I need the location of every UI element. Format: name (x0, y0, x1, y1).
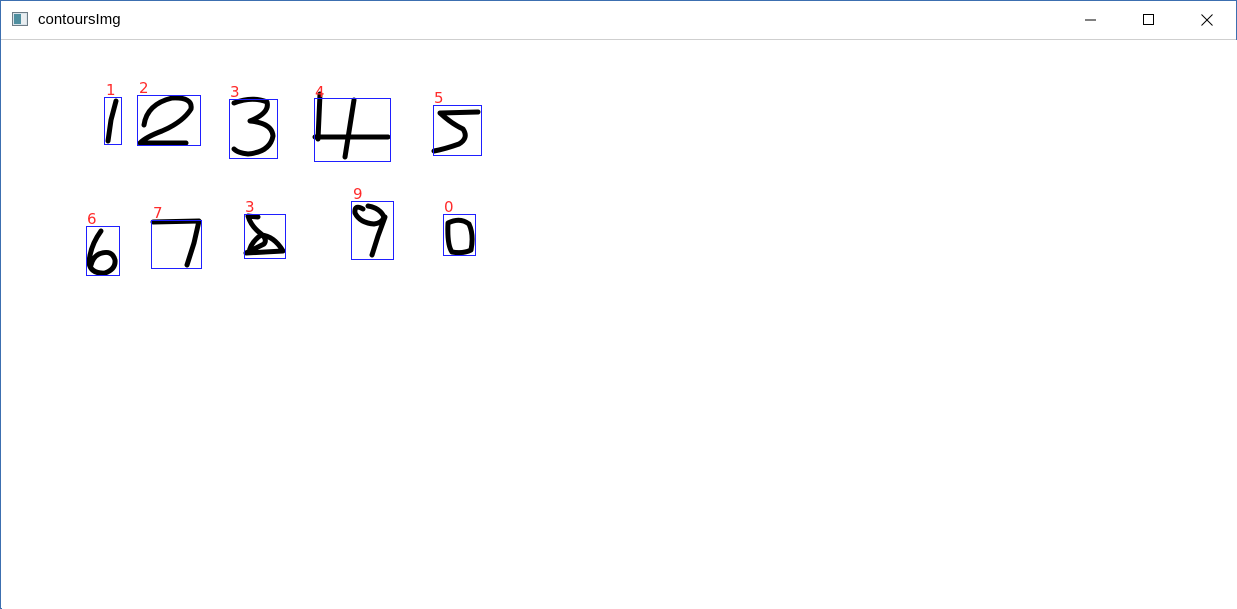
detection-8: 3 (243, 198, 286, 259)
detection-10: 0 (443, 198, 476, 256)
detection-label: 5 (434, 89, 444, 107)
handwritten-digit-stroke (342, 97, 357, 160)
window-title: contoursImg (38, 11, 121, 28)
detection-label: 3 (230, 83, 240, 101)
detection-label: 7 (153, 204, 163, 222)
image-canvas: 1 2 3 4 5 6 7 3 9 0 (2, 40, 1237, 609)
handwritten-digit-stroke (231, 96, 276, 157)
detection-label: 9 (353, 185, 363, 203)
detection-5: 5 (431, 89, 482, 156)
handwritten-digit-stroke (137, 95, 194, 146)
handwritten-digit-stroke (105, 98, 119, 144)
handwritten-digit-stroke (86, 228, 118, 276)
detection-label: 1 (106, 81, 116, 99)
maximize-button[interactable] (1120, 1, 1178, 39)
detection-6: 6 (86, 210, 120, 276)
detection-label: 3 (245, 198, 255, 216)
close-icon (1201, 14, 1213, 26)
handwritten-digit-stroke (352, 203, 387, 227)
handwritten-digit-stroke (150, 218, 202, 268)
detection-label: 4 (315, 83, 325, 101)
app-icon (12, 12, 28, 26)
maximize-icon (1143, 14, 1154, 25)
detection-9: 9 (351, 185, 394, 260)
handwritten-digit-stroke (445, 217, 475, 256)
detection-label: 6 (87, 210, 97, 228)
minimize-button[interactable] (1062, 1, 1120, 39)
app-window: contoursImg 1 2 3 4 5 6 7 3 9 0 (0, 0, 1237, 609)
title-bar[interactable]: contoursImg (1, 1, 1236, 40)
detection-1: 1 (104, 81, 122, 145)
handwritten-digit-stroke (243, 213, 286, 256)
close-button[interactable] (1178, 1, 1236, 39)
handwritten-digit-stroke (431, 110, 468, 154)
detection-label: 0 (444, 198, 454, 216)
detection-4: 4 (312, 83, 391, 162)
detection-2: 2 (137, 79, 201, 146)
detection-7: 7 (150, 204, 202, 269)
detections-overlay: 1 2 3 4 5 6 7 3 9 0 (86, 79, 482, 276)
minimize-icon (1085, 19, 1096, 21)
detection-3: 3 (229, 83, 278, 159)
handwritten-digit-stroke (438, 109, 481, 116)
detection-label: 2 (139, 79, 149, 97)
